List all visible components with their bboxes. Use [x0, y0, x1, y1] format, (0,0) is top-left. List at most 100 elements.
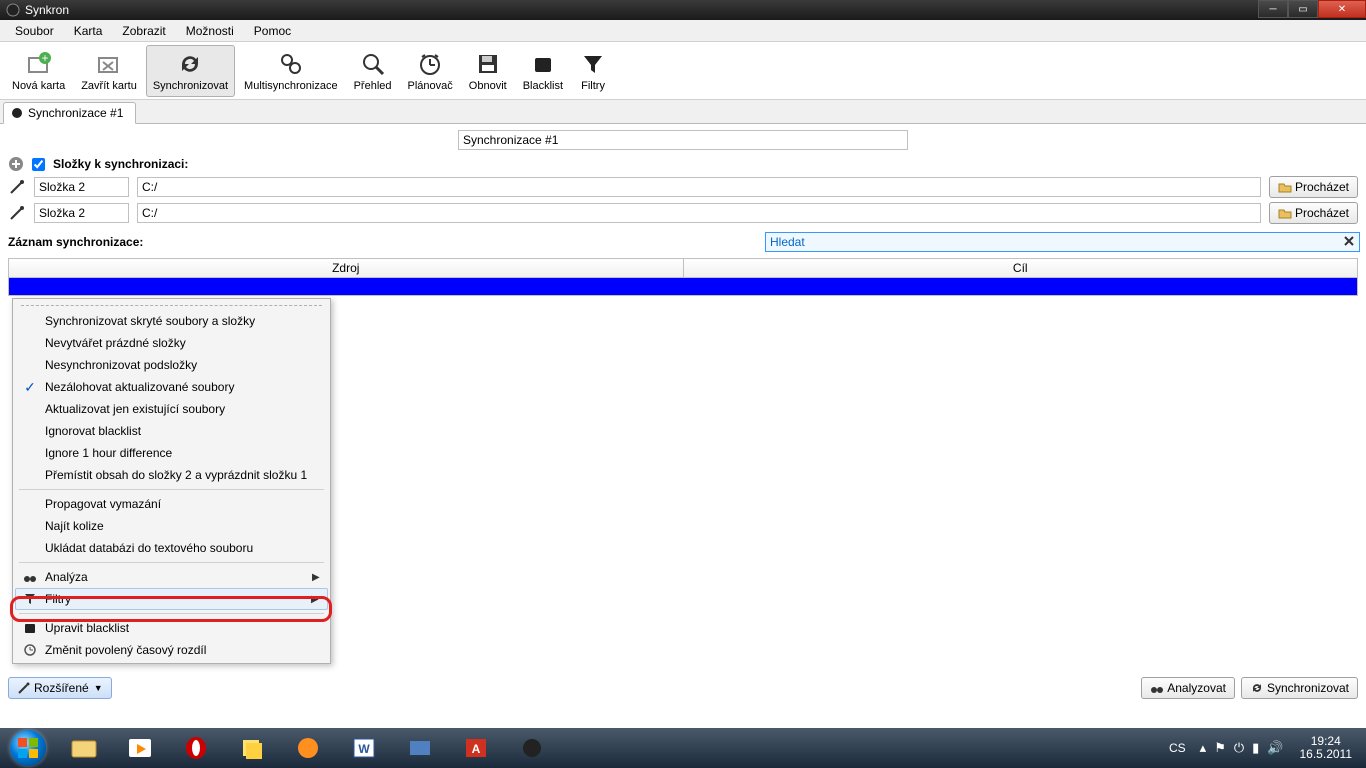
sync-title-input[interactable] — [458, 130, 908, 150]
browse-button[interactable]: Procházet — [1269, 176, 1358, 198]
taskbar-explorer[interactable] — [56, 728, 112, 768]
menu-options[interactable]: Možnosti — [176, 22, 244, 40]
taskbar-media[interactable] — [112, 728, 168, 768]
new-card-button[interactable]: + Nová karta — [5, 45, 72, 97]
blacklist-icon — [19, 621, 41, 635]
start-button[interactable] — [0, 728, 56, 768]
ctx-analysis[interactable]: Analýza▶ — [15, 566, 328, 588]
ctx-no-empty[interactable]: Nevytvářet prázdné složky — [15, 332, 328, 354]
language-indicator[interactable]: CS — [1163, 741, 1192, 755]
overview-button[interactable]: Přehled — [347, 45, 399, 97]
funnel-icon — [19, 592, 41, 606]
menu-card[interactable]: Karta — [64, 22, 113, 40]
folder-path-input[interactable] — [137, 177, 1261, 197]
folder-icon — [1278, 206, 1292, 220]
taskbar-opera[interactable] — [168, 728, 224, 768]
tray-volume-icon[interactable]: 🔊 — [1267, 740, 1283, 756]
log-label: Záznam synchronizace: — [8, 235, 143, 249]
folders-label: Složky k synchronizaci: — [53, 157, 188, 171]
ctx-sync-hidden[interactable]: Synchronizovat skryté soubory a složky — [15, 310, 328, 332]
funnel-icon — [579, 50, 607, 78]
bottom-bar: Rozšířené▼ Analyzovat Synchronizovat — [8, 676, 1358, 700]
blacklist-icon — [529, 50, 557, 78]
system-tray: CS ▴ ⚑ ⏻ ▮ 🔊 19:24 16.5.2011 — [1163, 735, 1366, 761]
toolbar: + Nová karta Zavřít kartu Synchronizovat… — [0, 42, 1366, 100]
log-table-header: Zdroj Cíl — [8, 258, 1358, 278]
chevron-down-icon: ▼ — [94, 683, 103, 693]
taskbar-notes[interactable] — [224, 728, 280, 768]
tray-network-icon[interactable]: ▮ — [1252, 740, 1259, 756]
ctx-ignore-blacklist[interactable]: Ignorovat blacklist — [15, 420, 328, 442]
col-target[interactable]: Cíl — [684, 259, 1358, 277]
tray-flag-icon[interactable]: ⚑ — [1214, 740, 1226, 756]
folder-row: Procházet — [8, 202, 1358, 224]
title-bar: Synkron ─ ▭ ✕ — [0, 0, 1366, 20]
col-source[interactable]: Zdroj — [9, 259, 684, 277]
tray-clock[interactable]: 19:24 16.5.2011 — [1292, 735, 1361, 761]
maximize-button[interactable]: ▭ — [1288, 0, 1318, 18]
multisync-icon — [277, 50, 305, 78]
taskbar-synkron[interactable] — [504, 728, 560, 768]
tray-power-icon[interactable]: ⏻ — [1234, 740, 1244, 756]
close-card-icon — [95, 50, 123, 78]
search-input[interactable] — [765, 232, 1360, 252]
tray-chevron-icon[interactable]: ▴ — [1200, 740, 1207, 756]
sync-icon — [176, 50, 204, 78]
tab-icon — [10, 106, 24, 120]
ctx-no-subfolders[interactable]: Nesynchronizovat podsložky — [15, 354, 328, 376]
refresh-button[interactable]: Obnovit — [462, 45, 514, 97]
synchronize-button[interactable]: Synchronizovat — [1241, 677, 1358, 699]
advanced-button[interactable]: Rozšířené▼ — [8, 677, 112, 699]
close-button[interactable]: ✕ — [1318, 0, 1366, 18]
ctx-edit-blacklist[interactable]: Upravit blacklist — [15, 617, 328, 639]
menu-view[interactable]: Zobrazit — [112, 22, 175, 40]
taskbar-pdf[interactable]: A — [448, 728, 504, 768]
ctx-propagate-del[interactable]: Propagovat vymazání — [15, 493, 328, 515]
taskbar-word[interactable]: W — [336, 728, 392, 768]
browse-button[interactable]: Procházet — [1269, 202, 1358, 224]
analyze-button[interactable]: Analyzovat — [1141, 677, 1235, 699]
menu-file[interactable]: Soubor — [5, 22, 64, 40]
app-icon — [6, 3, 20, 17]
check-icon: ✓ — [19, 379, 41, 396]
folder-path-input[interactable] — [137, 203, 1261, 223]
close-card-button[interactable]: Zavřít kartu — [74, 45, 144, 97]
ctx-only-existing[interactable]: Aktualizovat jen existující soubory — [15, 398, 328, 420]
log-selected-row[interactable] — [8, 278, 1358, 296]
tab-sync1[interactable]: Synchronizace #1 — [3, 102, 136, 124]
ctx-save-db[interactable]: Ukládat databázi do textového souboru — [15, 537, 328, 559]
magnifier-icon — [359, 50, 387, 78]
binoculars-icon — [1150, 681, 1164, 695]
ctx-find-collisions[interactable]: Najít kolize — [15, 515, 328, 537]
add-folder-icon[interactable] — [8, 156, 24, 172]
multisync-button[interactable]: Multisynchronizace — [237, 45, 345, 97]
minimize-button[interactable]: ─ — [1258, 0, 1288, 18]
content-area: Složky k synchronizaci: Procházet Prochá… — [0, 124, 1366, 302]
folders-checkbox[interactable] — [32, 158, 45, 171]
clear-search-icon[interactable] — [1342, 234, 1358, 250]
menu-help[interactable]: Pomoc — [244, 22, 301, 40]
taskbar: W A CS ▴ ⚑ ⏻ ▮ 🔊 19:24 16.5.2011 — [0, 728, 1366, 768]
filters-button[interactable]: Filtry — [572, 45, 614, 97]
chevron-right-icon: ▶ — [311, 594, 327, 605]
wand-icon[interactable] — [8, 204, 26, 222]
taskbar-app2[interactable] — [392, 728, 448, 768]
ctx-ignore-1h[interactable]: Ignore 1 hour difference — [15, 442, 328, 464]
sync-button[interactable]: Synchronizovat — [146, 45, 235, 97]
folder-row: Procházet — [8, 176, 1358, 198]
binoculars-icon — [19, 570, 41, 584]
svg-text:+: + — [41, 51, 48, 65]
ctx-move-contents[interactable]: Přemístit obsah do složky 2 a vyprázdnit… — [15, 464, 328, 486]
ctx-filters[interactable]: Filtry▶ — [15, 588, 328, 610]
folder-name-input[interactable] — [34, 203, 129, 223]
scheduler-button[interactable]: Plánovač — [401, 45, 460, 97]
folder-name-input[interactable] — [34, 177, 129, 197]
ctx-no-backup[interactable]: ✓Nezálohovat aktualizované soubory — [15, 376, 328, 398]
blacklist-button[interactable]: Blacklist — [516, 45, 570, 97]
new-card-icon: + — [25, 50, 53, 78]
ctx-change-time[interactable]: Změnit povolený časový rozdíl — [15, 639, 328, 661]
wand-icon[interactable] — [8, 178, 26, 196]
taskbar-app1[interactable] — [280, 728, 336, 768]
svg-text:W: W — [358, 742, 370, 756]
window-title: Synkron — [25, 3, 69, 17]
